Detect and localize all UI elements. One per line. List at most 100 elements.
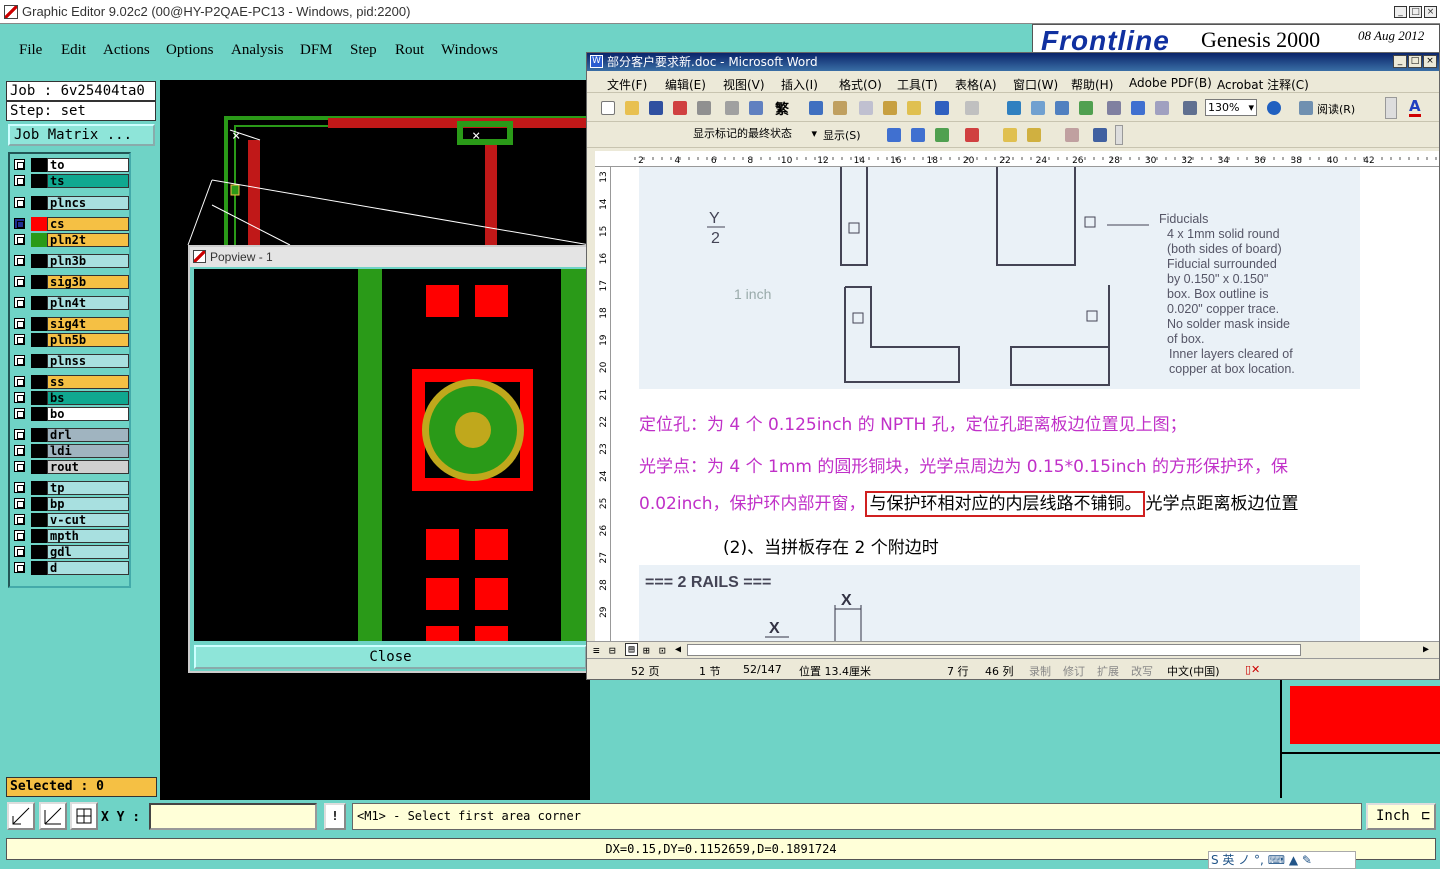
menu-dfm[interactable]: DFM	[300, 42, 333, 59]
redo-icon[interactable]	[965, 101, 979, 115]
print-preview-icon[interactable]	[725, 101, 739, 115]
reviewing-pane-icon[interactable]	[1093, 128, 1107, 142]
save-icon[interactable]	[649, 101, 663, 115]
paste-icon[interactable]	[883, 101, 897, 115]
track-changes-icon[interactable]	[1065, 128, 1079, 142]
layer-row-d[interactable]: d	[12, 561, 129, 575]
layer-checkbox[interactable]	[14, 197, 25, 208]
menu-edit[interactable]: Edit	[61, 42, 86, 59]
exclaim-button[interactable]: !	[324, 803, 346, 830]
word-menu-table[interactable]: 表格(A)	[955, 76, 997, 93]
layer-checkbox[interactable]	[14, 334, 25, 345]
horizontal-ruler[interactable]: 2 4 6 8 10 12 14 16 18 20 22 24 26 28 30 32 34 36 38 40 42	[595, 151, 1439, 167]
undo-icon[interactable]	[935, 101, 949, 115]
status-overtype[interactable]: 改写	[1131, 663, 1153, 679]
menu-options[interactable]: Options	[166, 42, 214, 59]
layer-checkbox[interactable]	[14, 408, 25, 419]
vertical-ruler[interactable]: 13 14 15 16 17 18 19 20 21 22 23 24 25 26 27 28 29	[595, 167, 611, 643]
word-menu-file[interactable]: 文件(F)	[607, 76, 647, 93]
layer-row-to[interactable]: to	[12, 158, 129, 172]
outline-view-icon[interactable]: ⊞	[643, 644, 650, 657]
layer-row-ldi[interactable]: ldi	[12, 444, 129, 458]
layer-row-plncs[interactable]: plncs	[12, 196, 129, 210]
word-menu-insert[interactable]: 插入(I)	[781, 76, 818, 93]
layer-checkbox[interactable]	[14, 355, 25, 366]
word-menu-acrobat[interactable]: Acrobat 注释(C)	[1217, 76, 1309, 93]
toolbar-options-icon[interactable]	[1115, 125, 1123, 145]
font-color-icon[interactable]: A	[1409, 98, 1421, 117]
new-comment-icon[interactable]	[1003, 128, 1017, 142]
maximize-icon[interactable]: □	[1409, 6, 1422, 18]
word-maximize-icon[interactable]: □	[1408, 55, 1422, 68]
prev-change-icon[interactable]	[887, 128, 901, 142]
toolbar-options-icon[interactable]	[1385, 97, 1397, 119]
help-icon[interactable]	[1267, 101, 1281, 115]
hyperlink-icon[interactable]	[1007, 101, 1021, 115]
layer-row-cs[interactable]: cs	[12, 217, 129, 231]
scroll-right-icon[interactable]: ▶	[1423, 644, 1429, 655]
normal-view-icon[interactable]: ≡	[593, 644, 600, 657]
permission-icon[interactable]	[673, 101, 687, 115]
menu-step[interactable]: Step	[350, 42, 377, 59]
popview-titlebar[interactable]: Popview - 1	[190, 247, 588, 267]
layer-row-gdl[interactable]: gdl	[12, 545, 129, 559]
menu-file[interactable]: File	[19, 42, 42, 59]
layer-checkbox[interactable]	[14, 514, 25, 525]
columns-icon[interactable]	[1107, 101, 1121, 115]
layer-checkbox[interactable]	[14, 562, 25, 573]
web-view-icon[interactable]: ⊟	[609, 644, 616, 657]
layer-checkbox[interactable]	[14, 175, 25, 186]
layer-row-pln3b[interactable]: pln3b	[12, 254, 129, 268]
word-close-icon[interactable]: ×	[1423, 55, 1437, 68]
word-titlebar[interactable]: W 部分客户要求新.doc - Microsoft Word _ □ ×	[587, 53, 1439, 71]
layer-row-sig3b[interactable]: sig3b	[12, 275, 129, 289]
xy-input[interactable]	[149, 803, 317, 830]
zoom-area-icon[interactable]	[7, 802, 35, 830]
layer-row-pln5b[interactable]: pln5b	[12, 333, 129, 347]
word-menu-help[interactable]: 帮助(H)	[1071, 76, 1113, 93]
word-menu-tools[interactable]: 工具(T)	[897, 76, 938, 93]
insert-table-icon[interactable]	[1055, 101, 1069, 115]
layer-checkbox[interactable]	[14, 498, 25, 509]
print-icon[interactable]	[697, 101, 711, 115]
layer-checkbox[interactable]	[14, 318, 25, 329]
measure-icon[interactable]	[39, 802, 67, 830]
layer-row-sig4t[interactable]: sig4t	[12, 317, 129, 331]
layer-row-drl[interactable]: drl	[12, 428, 129, 442]
layer-checkbox[interactable]	[14, 530, 25, 541]
layer-row-ts[interactable]: ts	[12, 174, 129, 188]
status-track[interactable]: 修订	[1063, 663, 1085, 679]
highlight-icon[interactable]	[1027, 128, 1041, 142]
scroll-thumb[interactable]	[687, 644, 1301, 656]
show-hide-icon[interactable]	[1183, 101, 1197, 115]
word-menu-window[interactable]: 窗口(W)	[1013, 76, 1058, 93]
close-icon[interactable]: ×	[1424, 6, 1437, 18]
status-record[interactable]: 录制	[1029, 663, 1051, 679]
layer-row-bo[interactable]: bo	[12, 407, 129, 421]
layer-row-plnss[interactable]: plnss	[12, 354, 129, 368]
layer-checkbox[interactable]	[14, 461, 25, 472]
word-menu-edit[interactable]: 编辑(E)	[665, 76, 706, 93]
layer-checkbox[interactable]	[14, 429, 25, 440]
status-extend[interactable]: 扩展	[1097, 663, 1119, 679]
layer-row-rout[interactable]: rout	[12, 460, 129, 474]
spelling-status-icon[interactable]: ▯✕	[1245, 663, 1260, 676]
layer-row-ss[interactable]: ss	[12, 375, 129, 389]
layer-checkbox[interactable]	[14, 392, 25, 403]
menu-actions[interactable]: Actions	[103, 42, 150, 59]
horizontal-scrollbar[interactable]: ≡ ⊟ ▤ ⊞ ⊡ ◀ ▶	[587, 641, 1439, 657]
layer-row-v-cut[interactable]: v-cut	[12, 513, 129, 527]
layer-row-pln2t[interactable]: pln2t	[12, 233, 129, 247]
word-menu-adobe[interactable]: Adobe PDF(B)	[1129, 76, 1212, 90]
layer-row-bp[interactable]: bp	[12, 497, 129, 511]
layer-row-mpth[interactable]: mpth	[12, 529, 129, 543]
document-page[interactable]: Y 2 1 inch Fiducials 4 x 1mm solid round…	[611, 167, 1439, 643]
layer-row-bs[interactable]: bs	[12, 391, 129, 405]
menu-windows[interactable]: Windows	[441, 42, 498, 59]
format-painter-icon[interactable]	[907, 101, 921, 115]
word-minimize-icon[interactable]: _	[1393, 55, 1407, 68]
reading-view-icon[interactable]: ⊡	[659, 644, 666, 657]
layer-checkbox[interactable]	[14, 445, 25, 456]
word-menu-view[interactable]: 视图(V)	[723, 76, 765, 93]
insert-excel-icon[interactable]	[1079, 101, 1093, 115]
